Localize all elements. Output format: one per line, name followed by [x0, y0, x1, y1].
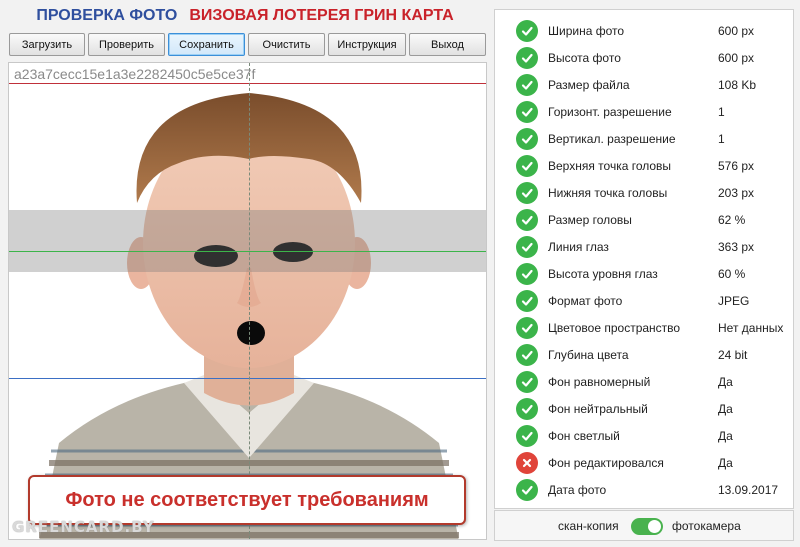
check-circle-icon	[516, 235, 538, 258]
check-row: Глубина цвета 24 bit	[495, 341, 793, 368]
check-label: Вертикал. разрешение	[548, 131, 676, 146]
check-label: Размер файла	[548, 77, 630, 92]
check-label: Фон нейтральный	[548, 401, 648, 416]
center-line	[249, 63, 250, 539]
check-circle-icon	[516, 154, 538, 177]
check-circle-icon	[516, 100, 538, 123]
source-toggle-bar: скан-копия фотокамера	[494, 510, 794, 541]
check-circle-icon	[516, 127, 538, 150]
check-circle-icon	[516, 343, 538, 366]
check-row: Фон редактировался Да	[495, 449, 793, 476]
save-button[interactable]: Сохранить	[168, 33, 245, 56]
check-value: JPEG	[718, 293, 750, 308]
cross-circle-icon	[516, 451, 538, 474]
check-row: Размер головы 62 %	[495, 206, 793, 233]
check-value: 576 px	[718, 158, 755, 173]
check-circle-icon	[516, 73, 538, 96]
check-label: Фон редактировался	[548, 455, 664, 470]
check-value: 600 px	[718, 50, 755, 65]
app-title: ПРОВЕРКА ФОТО	[36, 7, 178, 24]
upload-button[interactable]: Загрузить	[9, 33, 85, 56]
check-value: Да	[718, 401, 733, 416]
check-value: 62 %	[718, 212, 746, 227]
check-label: Размер головы	[548, 212, 632, 227]
check-label: Дата фото	[548, 482, 607, 497]
check-circle-icon	[516, 289, 538, 312]
eye-line	[9, 251, 486, 252]
check-value: Да	[718, 428, 733, 443]
check-value: 1	[718, 131, 725, 146]
check-circle-icon	[516, 262, 538, 285]
check-circle-icon	[516, 208, 538, 231]
check-circle-icon	[516, 370, 538, 393]
check-value: Да	[718, 455, 733, 470]
check-label: Цветовое пространство	[548, 320, 681, 335]
app-subtitle: ВИЗОВАЯ ЛОТЕРЕЯ ГРИН КАРТА	[189, 7, 454, 24]
check-circle-icon	[516, 46, 538, 69]
clear-button[interactable]: Очистить	[248, 33, 325, 56]
head-top-line	[9, 83, 486, 84]
check-row: Цветовое пространство Нет данных	[495, 314, 793, 341]
check-label: Горизонт. разрешение	[548, 104, 672, 119]
check-circle-icon	[516, 181, 538, 204]
check-circle-icon	[516, 424, 538, 447]
check-circle-icon	[516, 316, 538, 339]
scan-copy-label[interactable]: скан-копия	[558, 519, 619, 533]
check-label: Фон светлый	[548, 428, 620, 443]
check-label: Верхняя точка головы	[548, 158, 672, 173]
check-label: Формат фото	[548, 293, 623, 308]
camera-label[interactable]: фотокамера	[672, 519, 741, 533]
instructions-button[interactable]: Инструкция	[328, 33, 406, 56]
check-row: Фон нейтральный Да	[495, 395, 793, 422]
eye-level-zone	[9, 210, 486, 272]
check-row: Фон равномерный Да	[495, 368, 793, 395]
checks-panel: Ширина фото 600 px Высота фото 600 px Ра…	[494, 9, 794, 509]
check-value: 24 bit	[718, 347, 748, 362]
check-value: 108 Kb	[718, 77, 757, 92]
check-row: Фон светлый Да	[495, 422, 793, 449]
check-value: 13.09.2017	[718, 482, 779, 497]
toolbar: Загрузить Проверить Сохранить Очистить И…	[9, 33, 487, 57]
check-row: Размер файла 108 Kb	[495, 71, 793, 98]
check-row: Линия глаз 363 px	[495, 233, 793, 260]
check-row: Ширина фото 600 px	[495, 17, 793, 44]
check-circle-icon	[516, 478, 538, 501]
check-label: Линия глаз	[548, 239, 609, 254]
toggle-knob	[648, 520, 661, 533]
photo-preview: a23a7cecc15e1a3e2282450c5e5ce37f	[8, 62, 487, 540]
check-value: 203 px	[718, 185, 755, 200]
check-row: Формат фото JPEG	[495, 287, 793, 314]
check-value: 60 %	[718, 266, 746, 281]
check-row: Высота уровня глаз 60 %	[495, 260, 793, 287]
check-value: 363 px	[718, 239, 755, 254]
check-label: Нижняя точка головы	[548, 185, 668, 200]
watermark: GREENCARD.BY	[12, 518, 155, 536]
check-label: Ширина фото	[548, 23, 625, 38]
check-circle-icon	[516, 397, 538, 420]
child-photo	[39, 93, 459, 539]
check-label: Глубина цвета	[548, 347, 629, 362]
warning-text: Фото не соответствует требованиям	[65, 488, 429, 511]
check-label: Высота фото	[548, 50, 621, 65]
photo-hash: a23a7cecc15e1a3e2282450c5e5ce37f	[14, 66, 256, 82]
check-value: Да	[718, 374, 733, 389]
app-header: ПРОВЕРКА ФОТО ВИЗОВАЯ ЛОТЕРЕЯ ГРИН КАРТА	[0, 0, 490, 32]
check-value: 600 px	[718, 23, 755, 38]
check-row: Вертикал. разрешение 1	[495, 125, 793, 152]
check-value: 1	[718, 104, 725, 119]
check-button[interactable]: Проверить	[88, 33, 165, 56]
check-value: Нет данных	[718, 320, 784, 335]
source-toggle[interactable]	[631, 518, 663, 535]
chin-line	[9, 378, 486, 379]
check-label: Высота уровня глаз	[548, 266, 658, 281]
check-row: Горизонт. разрешение 1	[495, 98, 793, 125]
exit-button[interactable]: Выход	[409, 33, 486, 56]
check-label: Фон равномерный	[548, 374, 651, 389]
check-row: Высота фото 600 px	[495, 44, 793, 71]
check-row: Дата фото 13.09.2017	[495, 476, 793, 503]
check-row: Нижняя точка головы 203 px	[495, 179, 793, 206]
check-circle-icon	[516, 19, 538, 42]
check-row: Верхняя точка головы 576 px	[495, 152, 793, 179]
